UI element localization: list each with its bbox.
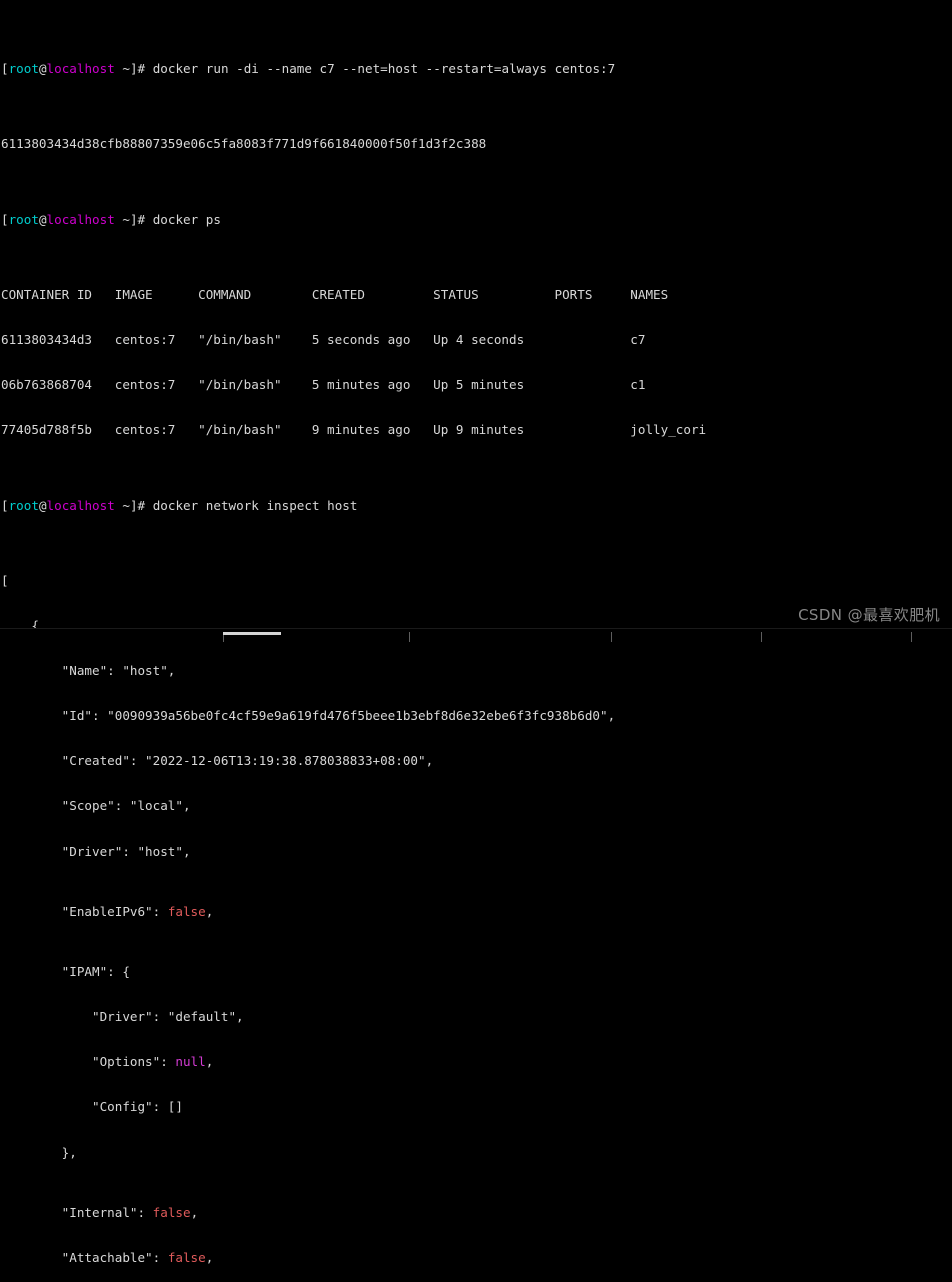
json-field-scope: "Scope": "local", (1, 798, 191, 814)
json-field-attachable: "Attachable": false, (1, 1250, 952, 1265)
command-docker-network-inspect: docker network inspect host (152, 497, 358, 513)
prompt-host: localhost (46, 497, 115, 513)
json-key-attachable: "Attachable": (1, 1249, 168, 1265)
terminal-window[interactable]: [root@localhost ~]# docker run -di --nam… (0, 0, 952, 1265)
terminal-line-prompt-2: [root@localhost ~]# docker ps (1, 212, 952, 227)
prompt-at: @ (38, 211, 47, 227)
terminal-screen[interactable]: [root@localhost ~]# docker run -di --nam… (0, 0, 952, 1265)
prompt-user: root (8, 497, 39, 513)
json-ipam-open: "IPAM": { (1, 964, 130, 979)
json-comma: , (205, 903, 214, 919)
table-row: 06b763868704 centos:7 "/bin/bash" 5 minu… (1, 377, 646, 393)
table-row: 6113803434d3 centos:7 "/bin/bash" 5 seco… (1, 332, 646, 348)
json-value-false: false (167, 1249, 206, 1265)
prompt-symbol: ]# (129, 211, 153, 227)
json-ipam-driver: "Driver": "default", (1, 1009, 244, 1025)
json-value-null: null (175, 1054, 206, 1070)
json-value-false: false (152, 1204, 191, 1220)
json-comma: , (205, 1054, 214, 1070)
json-comma: , (205, 1249, 214, 1265)
json-ipam-config: "Config": [] (1, 1099, 183, 1115)
json-ipam-close: }, (1, 1144, 77, 1160)
json-open-bracket: [ (1, 572, 9, 588)
prompt-at: @ (38, 61, 47, 77)
command-docker-ps: docker ps (152, 211, 221, 227)
json-key-options: "Options": (1, 1054, 176, 1070)
terminal-line-prompt-3: [root@localhost ~]# docker network inspe… (1, 498, 952, 513)
json-field-created: "Created": "2022-12-06T13:19:38.87803883… (1, 753, 434, 769)
table-row: 77405d788f5b centos:7 "/bin/bash" 9 minu… (1, 422, 707, 438)
json-key-enableipv6: "EnableIPv6": (1, 903, 168, 919)
json-field-id: "Id": "0090939a56be0fc4cf59e9a619fd476f5… (1, 708, 616, 724)
prompt-bracket-open: [ (1, 497, 9, 513)
terminal-line-prompt-1: [root@localhost ~]# docker run -di --nam… (1, 61, 952, 76)
prompt-bracket-open: [ (1, 211, 9, 227)
command-docker-run: docker run -di --name c7 --net=host --re… (152, 61, 616, 77)
json-key-internal: "Internal": (1, 1204, 153, 1220)
prompt-host: localhost (46, 211, 115, 227)
json-ipam-options: "Options": null, (1, 1054, 952, 1069)
taskbar-active-indicator[interactable] (223, 632, 281, 635)
prompt-user: root (8, 211, 39, 227)
json-comma: , (190, 1204, 199, 1220)
prompt-cwd: ~ (122, 61, 130, 77)
docker-ps-header: CONTAINER ID IMAGE COMMAND CREATED STATU… (1, 286, 669, 302)
prompt-at: @ (38, 497, 47, 513)
prompt-cwd: ~ (122, 211, 130, 227)
json-field-enableipv6: "EnableIPv6": false, (1, 904, 952, 919)
prompt-cwd: ~ (122, 497, 130, 513)
json-field-internal: "Internal": false, (1, 1205, 952, 1220)
output-container-id: 6113803434d38cfb88807359e06c5fa8083f771d… (1, 136, 487, 152)
prompt-bracket-open: [ (1, 61, 9, 77)
taskbar[interactable] (0, 628, 952, 642)
prompt-host: localhost (46, 61, 115, 77)
json-field-driver: "Driver": "host", (1, 843, 191, 859)
prompt-symbol: ]# (129, 61, 153, 77)
json-value-false: false (167, 903, 206, 919)
prompt-user: root (8, 61, 39, 77)
json-field-name: "Name": "host", (1, 663, 176, 679)
prompt-symbol: ]# (129, 497, 153, 513)
